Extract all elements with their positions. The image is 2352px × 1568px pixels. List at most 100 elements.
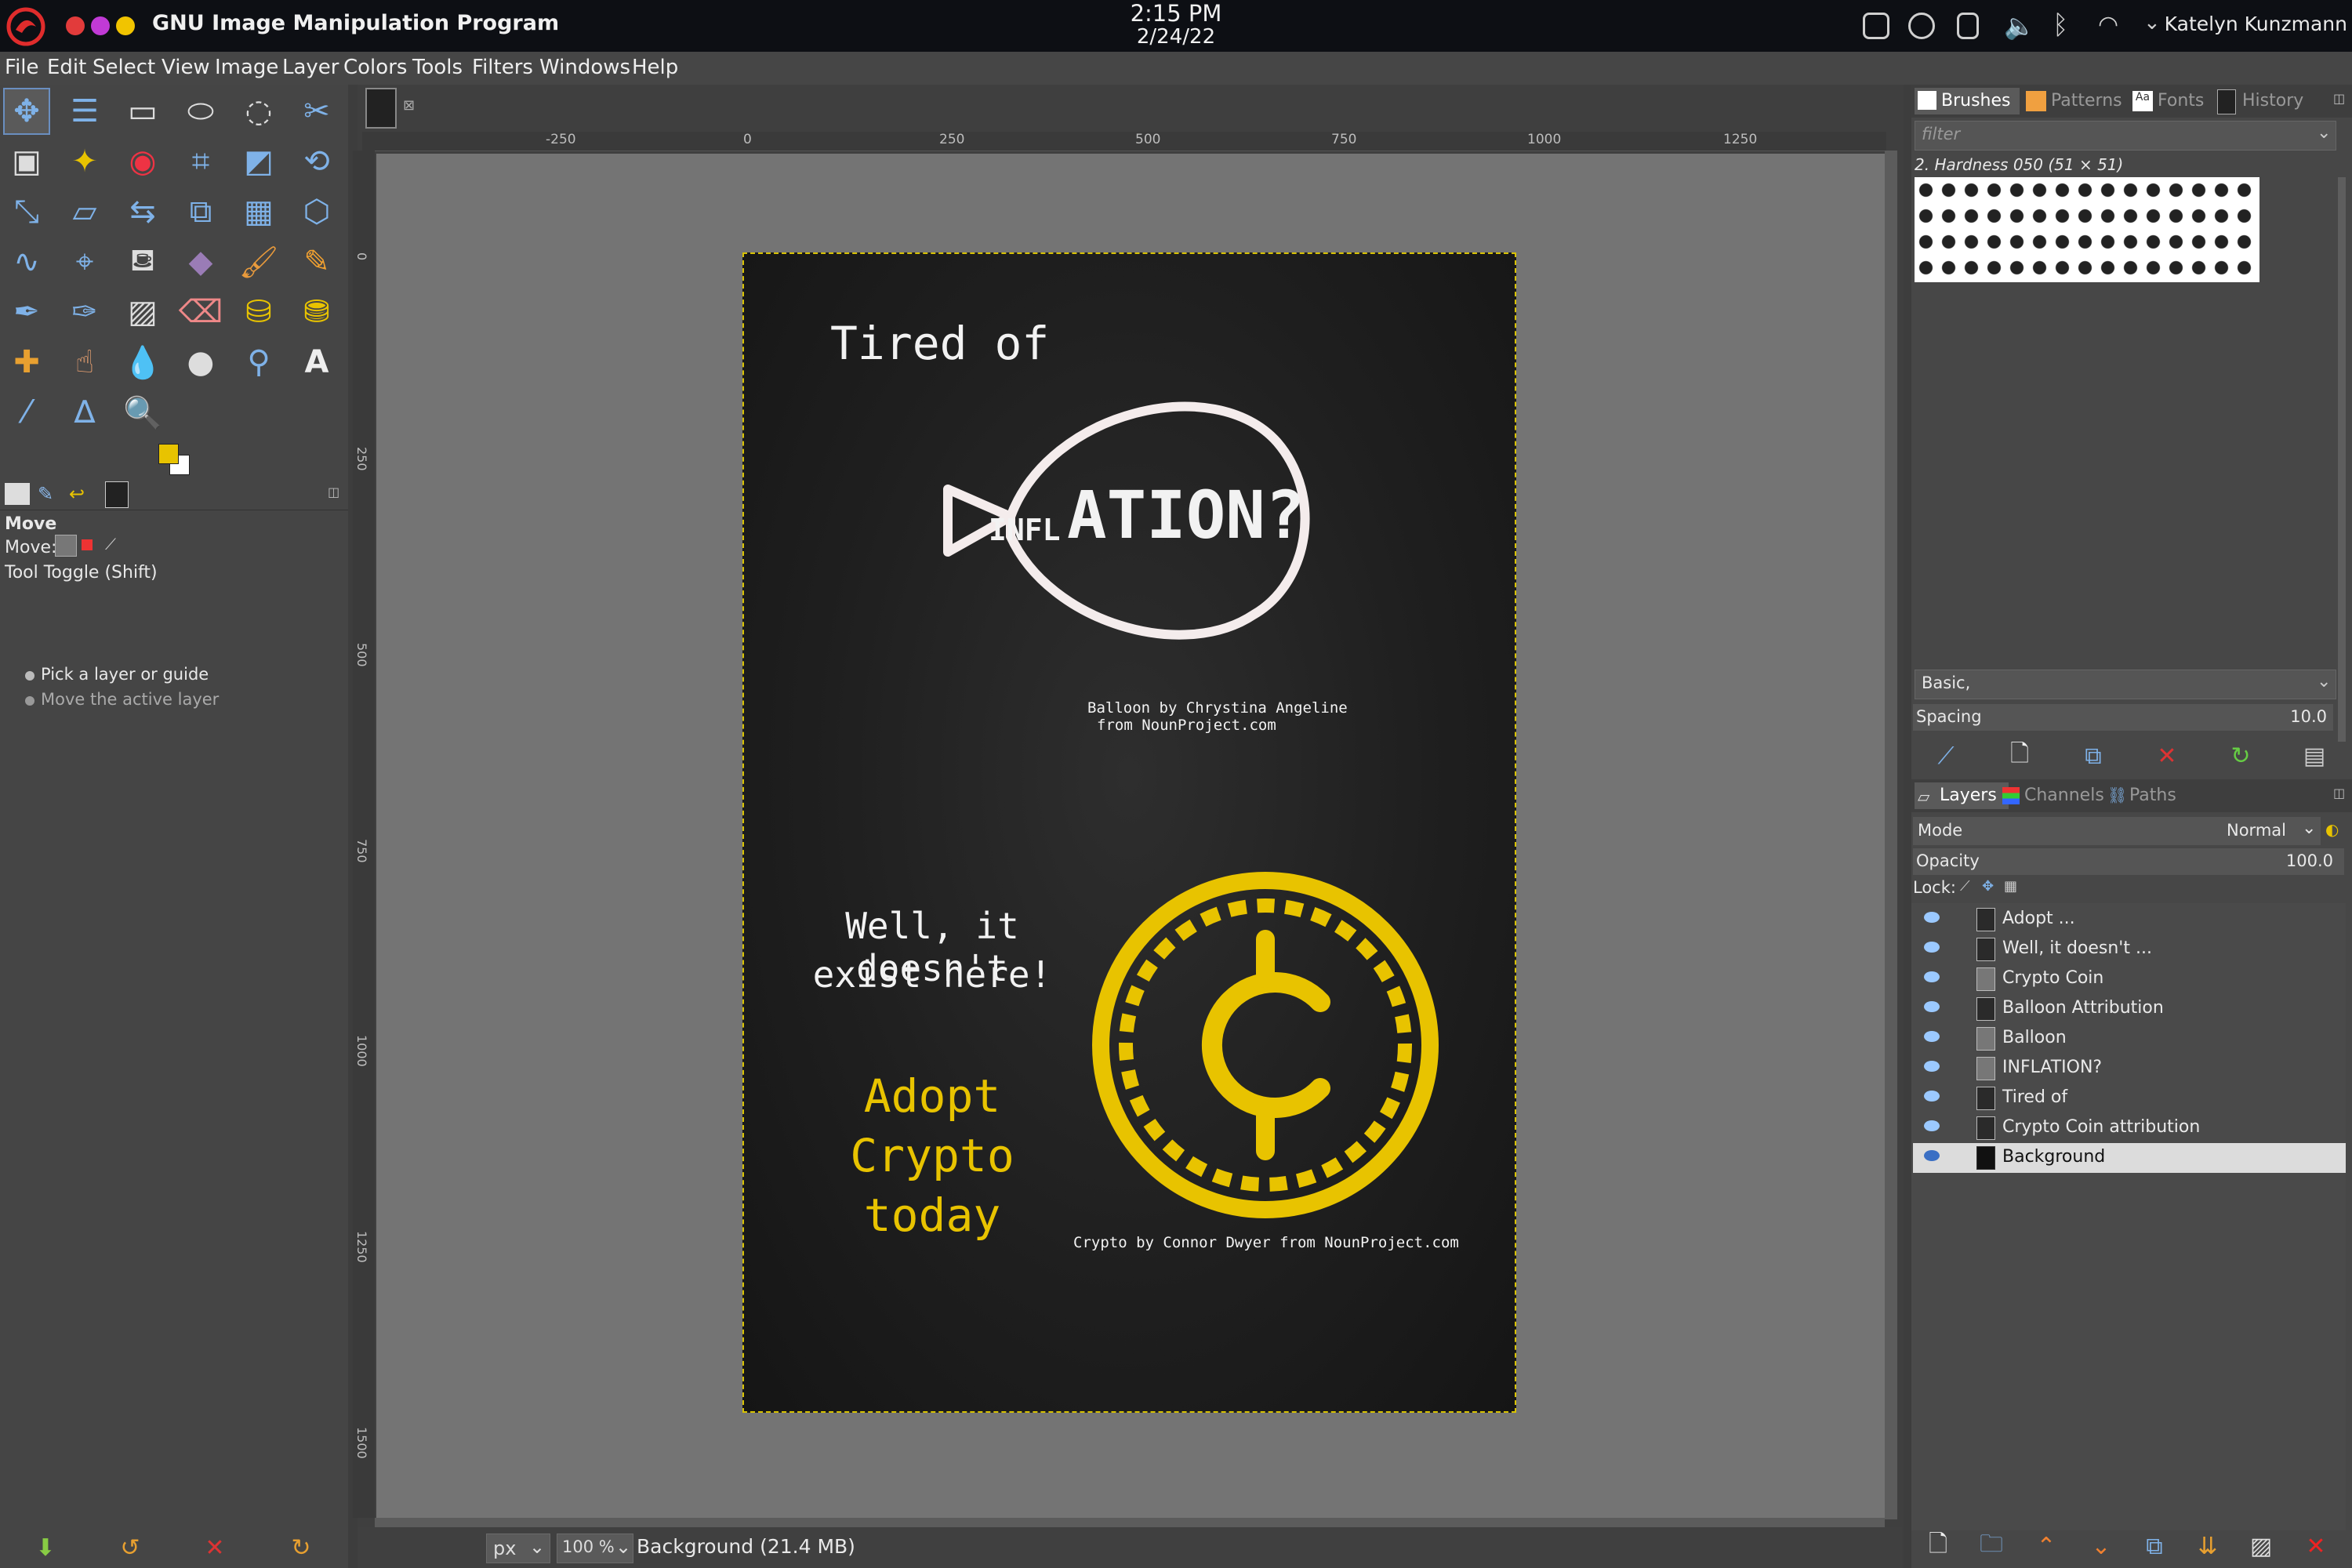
brush-filter-input[interactable]: filter ⌄ [1915,121,2336,151]
perspective-tool-icon[interactable]: ⧉ [177,188,224,235]
eraser-tool-icon[interactable]: ⌫ [177,289,224,336]
tab-paths[interactable]: ⛓ Paths [2106,782,2184,809]
raise-layer-icon[interactable]: ⌃ [2031,1530,2062,1562]
brush-grid-scrollbar[interactable] [2338,177,2346,742]
menu-edit[interactable]: Edit [47,56,86,79]
align-tool-icon[interactable]: ☰ [61,88,108,135]
tab-brushes[interactable]: Brushes [1915,88,2020,114]
menu-layer[interactable]: Layer [282,56,339,79]
composite-mode-button[interactable]: ◐ [2325,820,2339,839]
eye-icon[interactable] [1924,1031,1940,1042]
device-status-tab[interactable]: ✎ [38,483,53,505]
open-brush-as-image-icon[interactable]: ▤ [2299,740,2330,771]
menu-select[interactable]: Select [93,56,155,79]
fg-bg-color-widget[interactable] [157,442,191,477]
edit-brush-icon[interactable]: ⟋ [1930,740,1962,771]
undo-history-tab[interactable]: ↩ [69,483,85,505]
menu-view[interactable]: View [162,56,210,79]
opacity-slider[interactable]: Opacity 100.0 [1913,848,2344,875]
eye-icon[interactable] [1924,1091,1940,1102]
clone-tool-icon[interactable]: ⛁ [235,289,282,336]
new-brush-icon[interactable]: 🗋 [2004,740,2035,771]
measure-tool-icon[interactable]: ∆ [61,389,108,436]
foreground-color-swatch[interactable] [158,444,179,464]
heal-tool-icon[interactable]: ⛃ [293,289,340,336]
crop-tool-icon[interactable]: ⌗ [177,138,224,185]
list-item[interactable]: Adopt ... [1913,905,2346,935]
menu-windows[interactable]: Windows [539,56,630,79]
airbrush-tool-icon[interactable]: ✒ [3,289,50,336]
horizontal-ruler[interactable]: -250 0 250 500 750 1000 1250 [362,132,1886,151]
list-item-selected[interactable]: Background [1913,1143,2346,1173]
close-tab-icon[interactable]: ⊠ [403,97,415,114]
eye-icon[interactable] [1924,1120,1940,1131]
clock[interactable]: 2:15 PM 2/24/22 [1098,2,1254,49]
tool-options-tab[interactable] [5,483,30,505]
tab-channels[interactable]: Channels [2001,782,2106,809]
duplicate-layer-icon[interactable]: ⧉ [2139,1530,2170,1562]
eye-icon[interactable] [1924,971,1940,982]
restore-tool-preset-icon[interactable]: ↺ [114,1532,146,1563]
save-tool-preset-icon[interactable]: ⬇ [30,1532,61,1563]
cage-tool-icon[interactable]: ⌖ [61,238,108,285]
tab-fonts[interactable]: Aa Fonts [2131,88,2209,114]
flip-tool-icon[interactable]: ⇆ [119,188,166,235]
add-mask-icon[interactable]: ▨ [2245,1530,2277,1562]
dodge-burn-tool-icon[interactable]: ● [177,339,224,386]
vertical-ruler[interactable]: 0 250 500 750 1000 1250 1500 [353,151,375,1518]
wifi-icon[interactable]: ◠ [2098,11,2118,38]
move-tool-icon[interactable]: ✥ [3,88,50,135]
smudge-tool-icon[interactable]: ☝ [61,339,108,386]
handle-transform-tool-icon[interactable]: ⬡ [293,188,340,235]
image-canvas[interactable]: Tired of INFL ATION? Balloon by Chrystin… [742,252,1516,1413]
delete-layer-icon[interactable]: ✕ [2300,1530,2332,1562]
duplicate-brush-icon[interactable]: ⧉ [2078,740,2109,771]
list-item[interactable]: Well, it doesn't ... [1913,935,2346,964]
vertical-scrollbar[interactable] [1885,151,1897,1519]
merge-down-icon[interactable]: ⇊ [2192,1530,2223,1562]
color-picker-tool-icon[interactable]: ⁄ [3,389,50,436]
select-by-color-tool-icon[interactable]: ◉ [119,138,166,185]
delete-brush-icon[interactable]: ✕ [2151,740,2183,771]
eye-icon[interactable] [1924,912,1940,923]
unit-select[interactable]: px ⌄ [486,1534,550,1563]
blur-tool-icon[interactable]: 💧 [119,339,166,386]
perspective-clone-tool-icon[interactable]: ✚ [3,339,50,386]
eye-icon[interactable] [1924,1150,1940,1161]
ellipse-select-tool-icon[interactable]: ⬭ [177,88,224,135]
zoom-select[interactable]: 100 % ⌄ [557,1534,633,1563]
refresh-brushes-icon[interactable]: ↻ [2225,740,2256,771]
eye-icon[interactable] [1924,942,1940,953]
scissors-tool-icon[interactable]: ✂ [293,88,340,135]
pick-layer-radio[interactable] [25,671,34,681]
pencil-tool-icon[interactable]: ✎ [293,238,340,285]
bucket-fill-tool-icon[interactable]: ⛾ [119,238,166,285]
move-active-option[interactable]: Move the active layer [41,690,219,709]
menu-help[interactable]: Help [632,56,678,79]
zoom-tool-icon[interactable]: 🔍 [119,389,166,436]
paintbrush-tool-icon[interactable]: 🖌 [235,238,282,285]
shear-tool-icon[interactable]: ▱ [61,188,108,235]
mypaint-brush-tool-icon[interactable]: ▨ [119,289,166,336]
clipboard-icon[interactable] [1957,13,1979,39]
delete-tool-preset-icon[interactable]: ✕ [199,1532,230,1563]
list-item[interactable]: Tired of [1913,1083,2346,1113]
lock-alpha-icon[interactable]: ▦ [2004,878,2017,895]
tab-history[interactable]: History [2216,88,2318,114]
unified-transform-tool-icon[interactable]: ◩ [235,138,282,185]
list-item[interactable]: Balloon [1913,1024,2346,1054]
text-tool-icon[interactable]: A [293,339,340,386]
eye-icon[interactable] [1924,1001,1940,1012]
spacing-slider[interactable]: Spacing 10.0 [1913,704,2333,731]
new-layer-group-icon[interactable]: 🗀 [1976,1530,2007,1562]
list-item[interactable]: Crypto Coin attribution [1913,1113,2346,1143]
rect-select-tool-icon[interactable]: ▭ [119,88,166,135]
warp-transform-tool-icon[interactable]: ∿ [3,238,50,285]
close-window-button[interactable] [66,16,85,35]
brush-preset-select[interactable]: Basic, ⌄ [1915,670,2336,699]
list-item[interactable]: Crypto Coin [1913,964,2346,994]
configure-tab-icon[interactable]: ◫ [2333,786,2345,800]
rotate-tool-icon[interactable]: ⟲ [293,138,340,185]
layer-mode-select[interactable]: Mode Normal ⌄ [1913,817,2321,845]
minimize-window-button[interactable] [116,16,135,35]
